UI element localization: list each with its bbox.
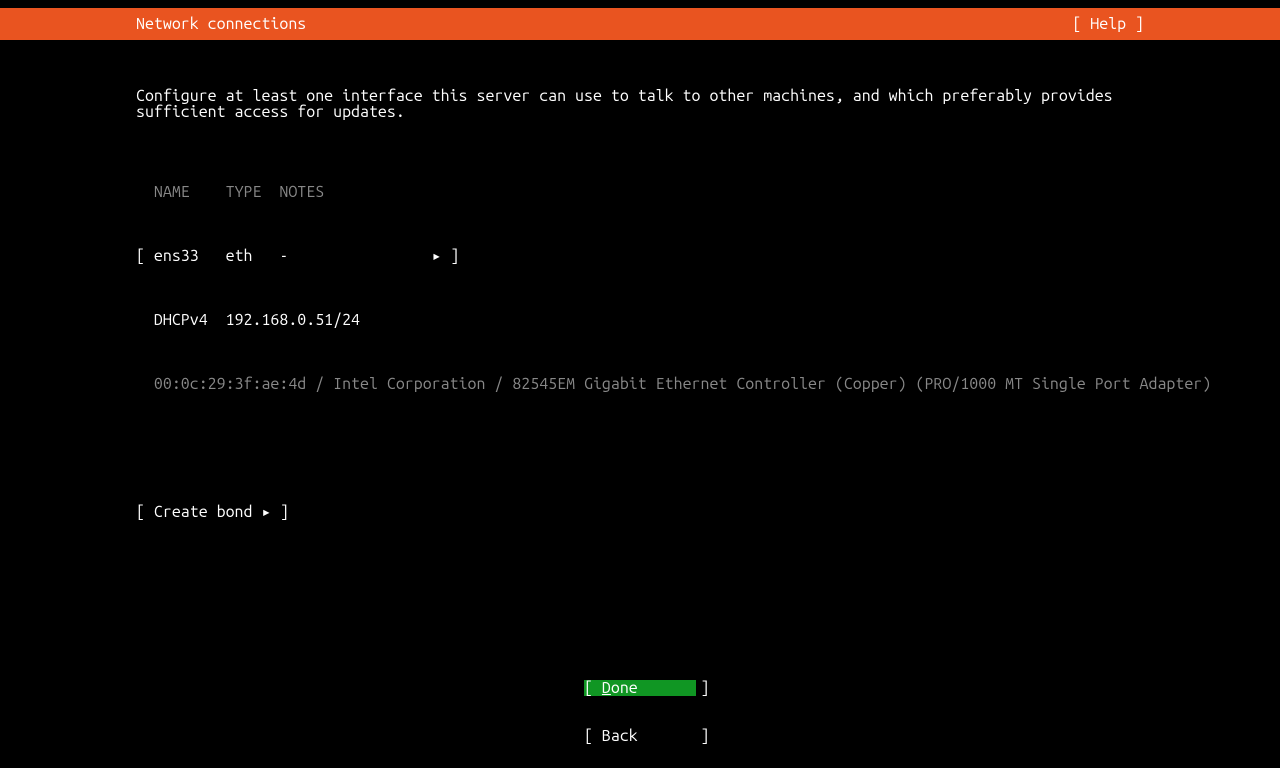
interface-address-row: DHCPv4 192.168.0.51/24	[136, 312, 1144, 328]
iface-address: 192.168.0.51/24	[226, 311, 360, 329]
back-button[interactable]: [ Back ]	[584, 728, 696, 744]
header-bar: Network connections [ Help ]	[0, 8, 1280, 40]
content-area: Configure at least one interface this se…	[0, 40, 1280, 536]
iface-name: ens33	[154, 247, 199, 265]
create-bond-label: [ Create bond ▸ ]	[136, 503, 289, 521]
interface-row[interactable]: [ ens33 eth - ▸ ]	[136, 248, 1144, 264]
done-bracket: [	[584, 679, 602, 697]
iface-method: DHCPv4	[154, 311, 208, 329]
done-rest: one ]	[611, 679, 710, 697]
col-name: NAME	[154, 183, 190, 201]
iface-type: eth	[226, 247, 253, 265]
page-title: Network connections	[136, 16, 306, 32]
iface-hardware: 00:0c:29:3f:ae:4d / Intel Corporation / …	[154, 375, 1211, 393]
row-bracket-close: ]	[441, 247, 459, 265]
done-hotkey: D	[602, 679, 611, 697]
interface-table-header: NAME TYPE NOTES	[136, 184, 1144, 200]
interface-hardware-row: 00:0c:29:3f:ae:4d / Intel Corporation / …	[136, 376, 1144, 392]
create-bond-button[interactable]: [ Create bond ▸ ]	[136, 504, 1144, 520]
col-type: TYPE	[226, 183, 262, 201]
spacer	[136, 440, 1144, 456]
footer-buttons: [ Done ] [ Back ]	[0, 648, 1280, 760]
row-bracket-open: [	[136, 247, 154, 265]
help-button[interactable]: [ Help ]	[1072, 16, 1144, 32]
instruction-text: Configure at least one interface this se…	[136, 88, 1144, 120]
triangle-right-icon: ▸	[432, 247, 442, 265]
top-black-bar	[0, 0, 1280, 8]
done-button[interactable]: [ Done ]	[584, 680, 696, 696]
col-notes: NOTES	[279, 183, 324, 201]
